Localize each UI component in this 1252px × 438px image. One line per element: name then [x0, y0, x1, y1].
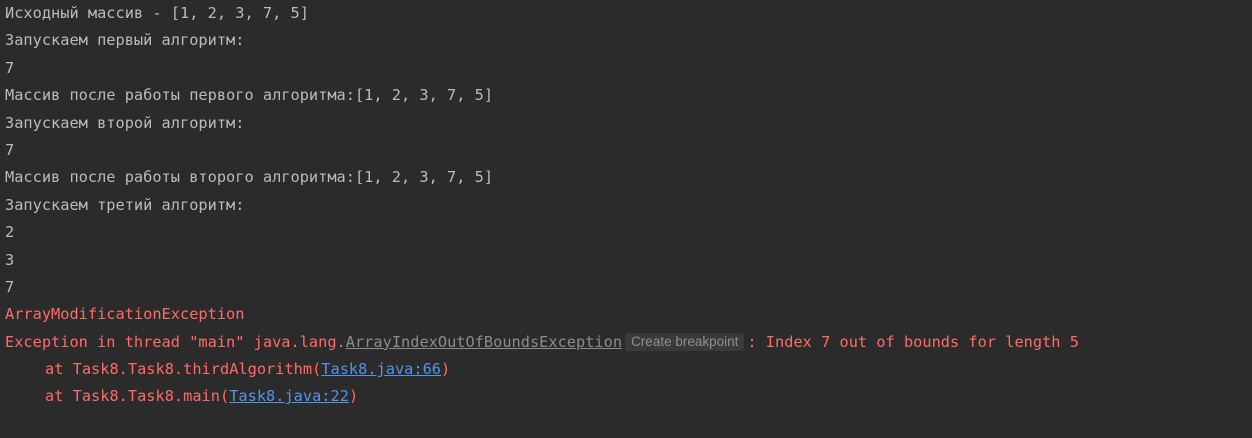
stack-trace-line: at Task8.Task8.main(Task8.java:22) [0, 385, 1252, 412]
exception-line: Exception in thread "main" java.lang.Arr… [0, 331, 1252, 358]
console-line: Массив после работы первого алгоритма:[1… [5, 86, 494, 105]
console-line: Исходный массив - [1, 2, 3, 7, 5] [5, 4, 309, 22]
exception-prefix: Exception in thread "main" java.lang. [5, 332, 346, 351]
stack-frame-suffix: ) [441, 360, 451, 379]
console-line: Запускаем второй алгоритм: [5, 113, 245, 132]
stack-trace-line: at Task8.Task8.thirdAlgorithm(Task8.java… [0, 358, 1252, 385]
exception-class-name[interactable]: ArrayIndexOutOfBoundsException [346, 333, 622, 351]
create-breakpoint-button[interactable]: Create breakpoint [625, 332, 745, 351]
console-line: 3 [5, 250, 15, 269]
stack-frame-suffix: ) [348, 387, 359, 406]
console-line: 7 [5, 277, 15, 296]
console-line: 2 [5, 223, 15, 242]
console-output: Исходный массив - [1, 2, 3, 7, 5] Запуск… [0, 0, 1252, 438]
stack-frame-text: at Task8.Task8.thirdAlgorithm( [45, 360, 322, 379]
console-line: Запускаем третий алгоритм: [5, 195, 245, 214]
console-line: Запускаем первый алгоритм: [5, 31, 245, 50]
stack-frame-text: at Task8.Task8.main( [45, 387, 230, 406]
console-line: 7 [5, 58, 15, 77]
console-line: Массив после работы второго алгоритма:[1… [5, 168, 494, 187]
source-link[interactable]: Task8.java:22 [229, 387, 349, 405]
custom-exception-line: ArrayModificationException [5, 305, 245, 324]
exception-message: : Index 7 out of bounds for length 5 [747, 332, 1079, 351]
source-link[interactable]: Task8.java:66 [321, 360, 441, 378]
console-line: 7 [5, 140, 15, 159]
